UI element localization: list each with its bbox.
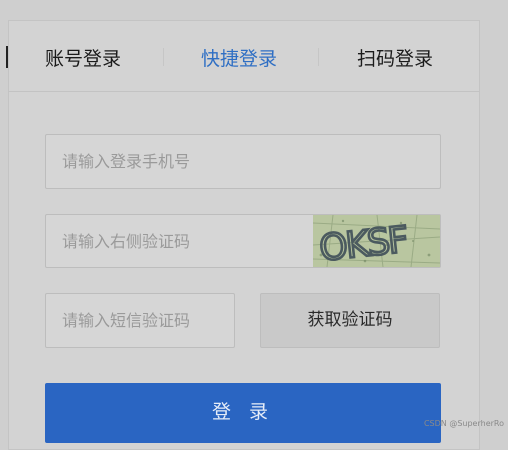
captcha-image[interactable]: OKSF [313,215,440,267]
phone-field [45,134,441,189]
sms-code-input[interactable] [46,294,234,347]
tab-account-login[interactable]: 账号登录 [45,44,121,71]
captcha-field: OKSF [45,214,441,268]
captcha-noise-graphic: OKSF [313,215,440,267]
login-button[interactable]: 登 录 [45,383,441,443]
phone-input[interactable] [46,135,440,188]
captcha-input[interactable] [46,215,314,267]
watermark: CSDN @SuperherRo [423,419,504,428]
sms-field [45,293,235,348]
captcha-text: OKSF [317,220,409,267]
tab-qr-login[interactable]: 扫码登录 [357,44,433,71]
login-tabs: 账号登录 快捷登录 扫码登录 [8,20,480,92]
tab-quick-login[interactable]: 快捷登录 [201,44,277,71]
get-sms-code-button[interactable]: 获取验证码 [260,293,440,348]
tab-separator [163,48,164,66]
tab-separator [318,48,319,66]
